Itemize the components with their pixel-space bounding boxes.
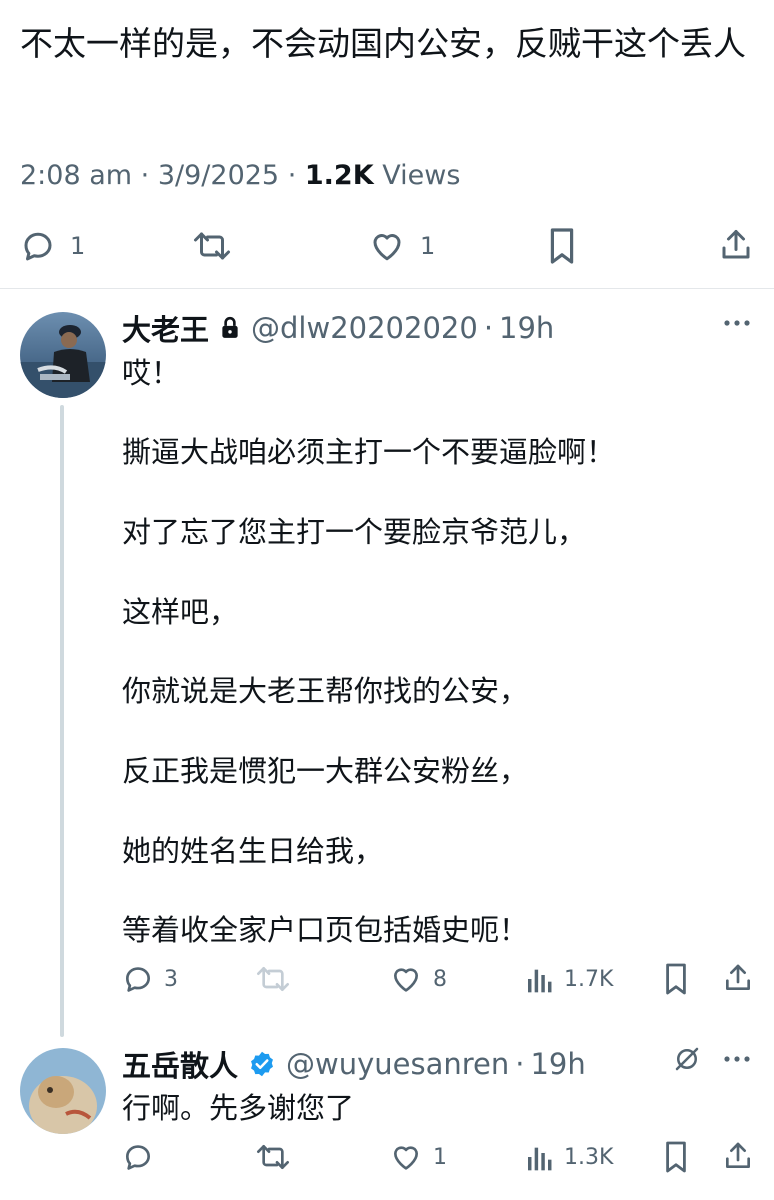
reply-header: 大老王 @dlw20202020 · 19h <box>122 307 554 349</box>
reply-time[interactable]: 19h <box>499 311 554 345</box>
tweet-meta: 2:08 am · 3/9/2025 · 1.2K Views <box>20 160 460 191</box>
bookmark-button[interactable] <box>662 1139 690 1175</box>
retweet-button[interactable] <box>255 963 291 995</box>
like-count: 8 <box>433 966 447 992</box>
reply-line: 你就说是大老王帮你找的公安， <box>122 674 529 708</box>
reply-button[interactable]: 3 <box>122 963 178 995</box>
views-button[interactable]: 1.7K <box>526 963 613 995</box>
divider <box>0 288 774 289</box>
reply-count: 3 <box>164 966 178 992</box>
reply-line: 等着收全家户口页包括婚史呃！ <box>122 913 529 947</box>
bookmark-button[interactable] <box>546 226 578 266</box>
share-icon <box>726 964 750 990</box>
reply-count: 1 <box>70 232 86 260</box>
analytics-icon <box>528 1147 552 1171</box>
lock-icon <box>219 316 241 340</box>
retweet-icon <box>194 232 230 260</box>
reply-line: 撕逼大战咱必须主打一个不要逼脸啊！ <box>122 435 616 469</box>
bookmark-button[interactable] <box>662 961 690 997</box>
reply-header: 五岳散人 @wuyuesanren · 19h <box>122 1043 586 1085</box>
reply-button[interactable] <box>122 1141 154 1173</box>
like-button[interactable]: 1 <box>389 1141 447 1173</box>
grok-icon <box>675 1047 699 1071</box>
author-handle[interactable]: @dlw20202020 <box>251 311 478 345</box>
avatar-photo <box>20 312 106 398</box>
avatar[interactable] <box>20 1048 106 1134</box>
meta-separator: · <box>140 160 150 191</box>
header-separator: · <box>515 1047 525 1081</box>
bookmark-icon <box>666 963 686 995</box>
reply-line: 行啊。先多谢您了 <box>122 1091 355 1125</box>
heart-icon <box>373 234 401 261</box>
more-icon <box>724 1056 750 1062</box>
heart-icon <box>394 1146 418 1170</box>
avatar[interactable] <box>20 312 106 398</box>
verified-badge-icon <box>248 1050 276 1078</box>
views-count: 1.3K <box>564 1144 614 1170</box>
more-options-button[interactable] <box>722 311 752 339</box>
reply-line: 这样吧， <box>122 595 239 629</box>
share-icon <box>726 1142 750 1168</box>
grok-button[interactable] <box>672 1044 702 1078</box>
bookmark-icon <box>550 228 574 264</box>
retweet-button[interactable] <box>192 228 232 264</box>
like-button[interactable]: 1 <box>368 228 435 264</box>
author-handle[interactable]: @wuyuesanren <box>286 1047 509 1081</box>
reply-icon <box>126 967 150 992</box>
author-name[interactable]: 五岳散人 <box>122 1043 238 1085</box>
analytics-icon <box>528 969 552 993</box>
bookmark-icon <box>666 1141 686 1173</box>
thread-line <box>60 405 64 1037</box>
share-button[interactable] <box>722 1139 754 1173</box>
views-button[interactable]: 1.3K <box>526 1141 613 1173</box>
like-button[interactable]: 8 <box>389 963 447 995</box>
reply-icon <box>126 1145 150 1170</box>
author-name[interactable]: 大老王 <box>122 307 209 349</box>
reply-line: 她的姓名生日给我， <box>122 834 384 868</box>
reply-line: 对了忘了您主打一个要脸京爷范儿， <box>122 515 587 549</box>
reply-icon <box>24 232 52 261</box>
share-icon <box>722 230 750 259</box>
like-count: 1 <box>433 1144 447 1170</box>
heart-icon <box>394 968 418 992</box>
retweet-icon <box>257 1145 289 1169</box>
reply-time[interactable]: 19h <box>530 1047 585 1081</box>
tweet-text: 不太一样的是，不会动国内公安，反贼干这个丢人 <box>20 24 746 63</box>
meta-separator: · <box>287 160 297 191</box>
avatar-photo <box>20 1048 106 1134</box>
retweet-icon <box>257 967 289 991</box>
share-button[interactable] <box>722 961 754 995</box>
more-icon <box>724 320 750 326</box>
header-separator: · <box>483 311 494 345</box>
tweet-date[interactable]: 3/9/2025 <box>158 160 279 191</box>
views-count[interactable]: 1.2K <box>305 160 374 191</box>
share-button[interactable] <box>718 226 754 264</box>
reply-button[interactable]: 1 <box>20 228 85 264</box>
tweet-time[interactable]: 2:08 am <box>20 160 132 191</box>
reply-line: 哎！ <box>122 356 181 390</box>
retweet-button[interactable] <box>255 1141 291 1173</box>
views-label: Views <box>382 160 461 191</box>
more-options-button[interactable] <box>722 1047 752 1075</box>
reply-line: 反正我是惯犯一大群公安粉丝， <box>122 754 529 788</box>
views-count: 1.7K <box>564 966 614 992</box>
like-count: 1 <box>420 232 436 260</box>
